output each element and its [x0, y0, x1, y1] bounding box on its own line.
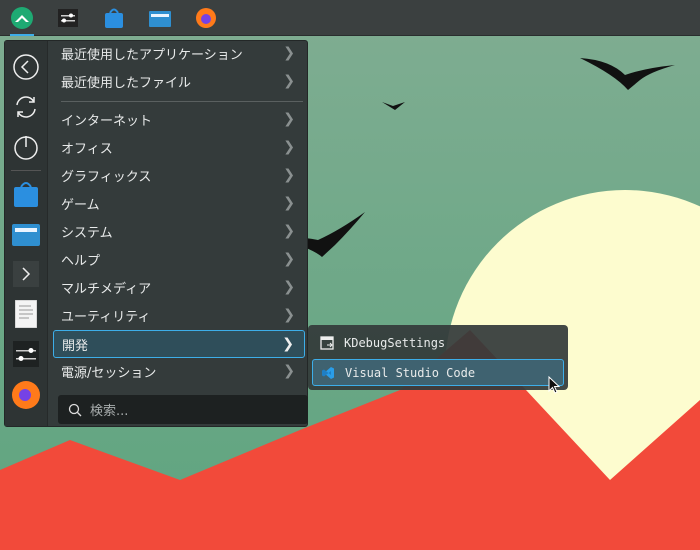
search-icon: [68, 403, 82, 416]
item-label: グラフィックス: [61, 169, 152, 185]
application-menu: 最近使用したアプリケーション ❯ 最近使用したファイル ❯ インターネット ❯ オフィ…: [4, 40, 308, 427]
category-recent-apps[interactable]: 最近使用したアプリケーション ❯: [53, 39, 305, 67]
category-office[interactable]: オフィス ❯: [53, 133, 305, 161]
category-system[interactable]: システム ❯: [53, 217, 305, 245]
category-utilities[interactable]: ユーティリティ ❯: [53, 301, 305, 329]
category-graphics[interactable]: グラフィックス ❯: [53, 161, 305, 189]
item-label: Visual Studio Code: [345, 365, 476, 380]
item-label: オフィス: [61, 141, 113, 157]
firefox-button[interactable]: [190, 2, 222, 34]
chevron-right-icon: ❯: [283, 139, 295, 155]
category-development[interactable]: 開発 ❯: [53, 330, 305, 358]
chevron-right-icon: ❯: [283, 223, 295, 239]
chevron-right-icon: ❯: [283, 167, 295, 183]
firefox-icon[interactable]: [10, 378, 42, 410]
sidebar-separator: [11, 170, 41, 171]
category-power-session[interactable]: 電源/セッション ❯: [53, 357, 305, 385]
chevron-right-icon: ❯: [283, 195, 295, 211]
category-internet[interactable]: インターネット ❯: [53, 105, 305, 133]
submenu-item-kdebugsettings[interactable]: KDebugSettings: [312, 329, 564, 356]
chevron-right-icon: ❯: [283, 363, 295, 379]
item-label: KDebugSettings: [344, 335, 446, 350]
folder-icon[interactable]: [10, 218, 42, 250]
bird: [382, 102, 405, 110]
category-multimedia[interactable]: マルチメディア ❯: [53, 273, 305, 301]
item-label: ユーティリティ: [61, 309, 151, 325]
terminal-icon[interactable]: [10, 258, 42, 290]
chevron-right-icon: ❯: [282, 336, 294, 352]
item-label: 最近使用したファイル: [61, 75, 192, 91]
chevron-right-icon: ❯: [283, 279, 295, 295]
chevron-right-icon: ❯: [283, 45, 295, 61]
category-recent-files[interactable]: 最近使用したファイル ❯: [53, 67, 305, 95]
item-label: マルチメディア: [61, 281, 152, 297]
power-icon[interactable]: [10, 131, 42, 163]
back-icon[interactable]: [10, 51, 42, 83]
category-games[interactable]: ゲーム ❯: [53, 189, 305, 217]
item-label: ゲーム: [61, 197, 100, 213]
text-editor-icon[interactable]: [10, 298, 42, 330]
bird: [580, 58, 675, 90]
chevron-right-icon: ❯: [283, 307, 295, 323]
menu-separator: [61, 101, 303, 102]
discover-button[interactable]: [98, 2, 130, 34]
category-help[interactable]: ヘルプ ❯: [53, 245, 305, 273]
file-manager-button[interactable]: [144, 2, 176, 34]
submenu-item-vscode[interactable]: Visual Studio Code: [312, 359, 564, 386]
chevron-right-icon: ❯: [283, 73, 295, 89]
development-submenu: KDebugSettings Visual Studio Code: [308, 325, 568, 390]
settings-icon[interactable]: [10, 338, 42, 370]
item-label: 開発: [62, 338, 89, 354]
item-label: 電源/セッション: [61, 365, 157, 381]
discover-icon[interactable]: [10, 178, 42, 210]
system-settings-button[interactable]: [52, 2, 84, 34]
refresh-icon[interactable]: [10, 91, 42, 123]
app-launcher-button[interactable]: [6, 2, 38, 36]
item-label: インターネット: [61, 113, 153, 129]
vscode-icon: [322, 366, 334, 379]
item-label: 最近使用したアプリケーション: [61, 47, 243, 63]
chevron-right-icon: ❯: [283, 111, 295, 127]
mouse-cursor-icon: [548, 376, 561, 394]
taskbar: [0, 0, 700, 36]
chevron-right-icon: ❯: [283, 251, 295, 267]
kdebugsettings-icon: [320, 335, 334, 350]
item-label: システム: [61, 225, 113, 241]
item-label: ヘルプ: [61, 253, 101, 269]
favorites-sidebar: [5, 41, 48, 426]
search-placeholder: 検索...: [90, 404, 129, 419]
search-input[interactable]: 検索...: [58, 395, 308, 424]
